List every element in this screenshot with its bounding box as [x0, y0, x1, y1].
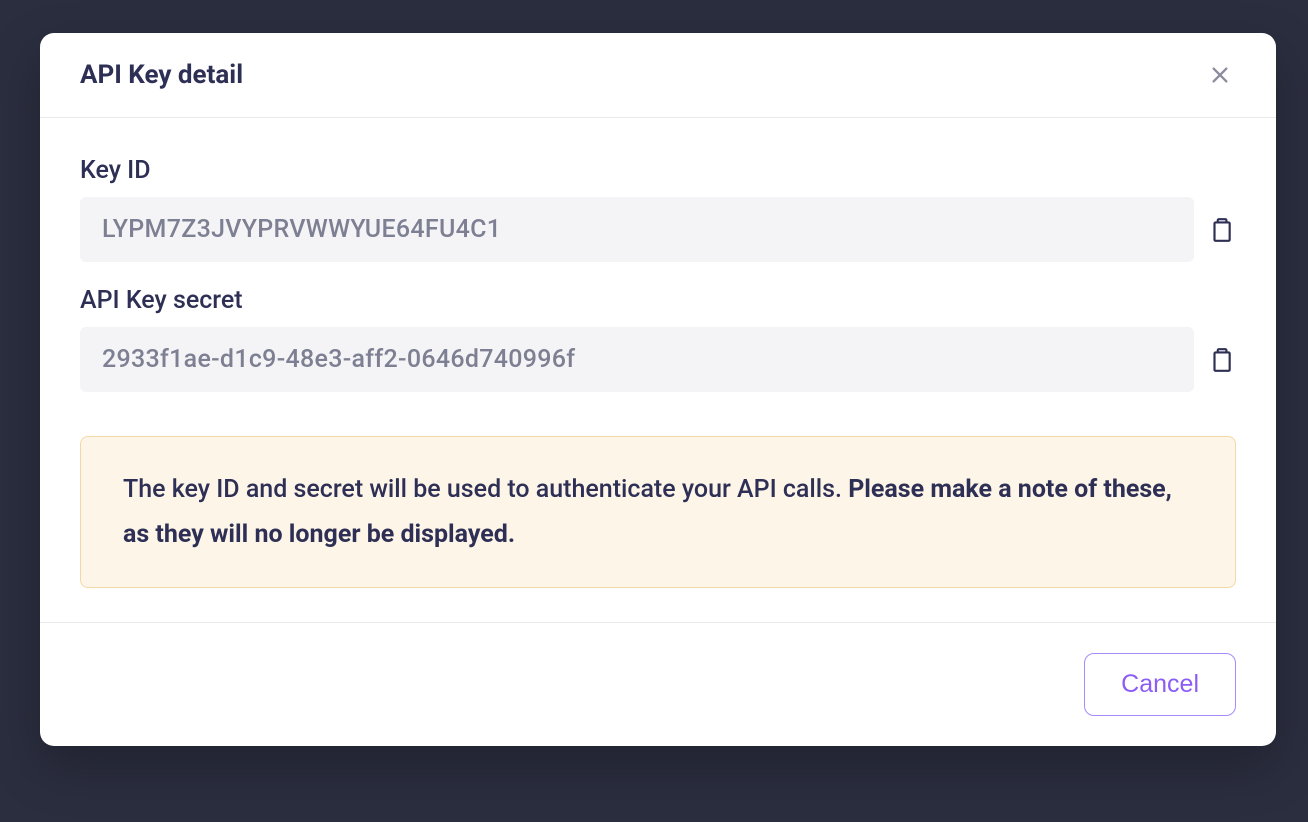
close-icon [1209, 64, 1231, 86]
warning-notice: The key ID and secret will be used to au… [80, 436, 1236, 588]
modal-title: API Key detail [80, 60, 243, 90]
cancel-button[interactable]: Cancel [1084, 653, 1236, 716]
api-key-secret-label: API Key secret [80, 286, 1236, 315]
modal-body: Key ID LYPM7Z3JVYPRVWWYUE64FU4C1 API Key… [40, 118, 1276, 622]
api-key-secret-row: 2933f1ae-d1c9-48e3-aff2-0646d740996f [80, 327, 1236, 392]
key-id-group: Key ID LYPM7Z3JVYPRVWWYUE64FU4C1 [80, 156, 1236, 262]
modal-footer: Cancel [40, 622, 1276, 746]
clipboard-icon [1208, 217, 1234, 243]
modal-header: API Key detail [40, 33, 1276, 118]
api-key-secret-group: API Key secret 2933f1ae-d1c9-48e3-aff2-0… [80, 286, 1236, 392]
key-id-row: LYPM7Z3JVYPRVWWYUE64FU4C1 [80, 197, 1236, 262]
close-button[interactable] [1204, 59, 1236, 91]
copy-api-key-secret-button[interactable] [1206, 345, 1236, 375]
api-key-secret-value: 2933f1ae-d1c9-48e3-aff2-0646d740996f [80, 327, 1194, 392]
api-key-detail-modal: API Key detail Key ID LYPM7Z3JVYPRVWWYUE… [40, 33, 1276, 746]
key-id-label: Key ID [80, 156, 1236, 185]
copy-key-id-button[interactable] [1206, 215, 1236, 245]
key-id-value: LYPM7Z3JVYPRVWWYUE64FU4C1 [80, 197, 1194, 262]
clipboard-icon [1208, 347, 1234, 373]
notice-text: The key ID and secret will be used to au… [123, 475, 848, 504]
